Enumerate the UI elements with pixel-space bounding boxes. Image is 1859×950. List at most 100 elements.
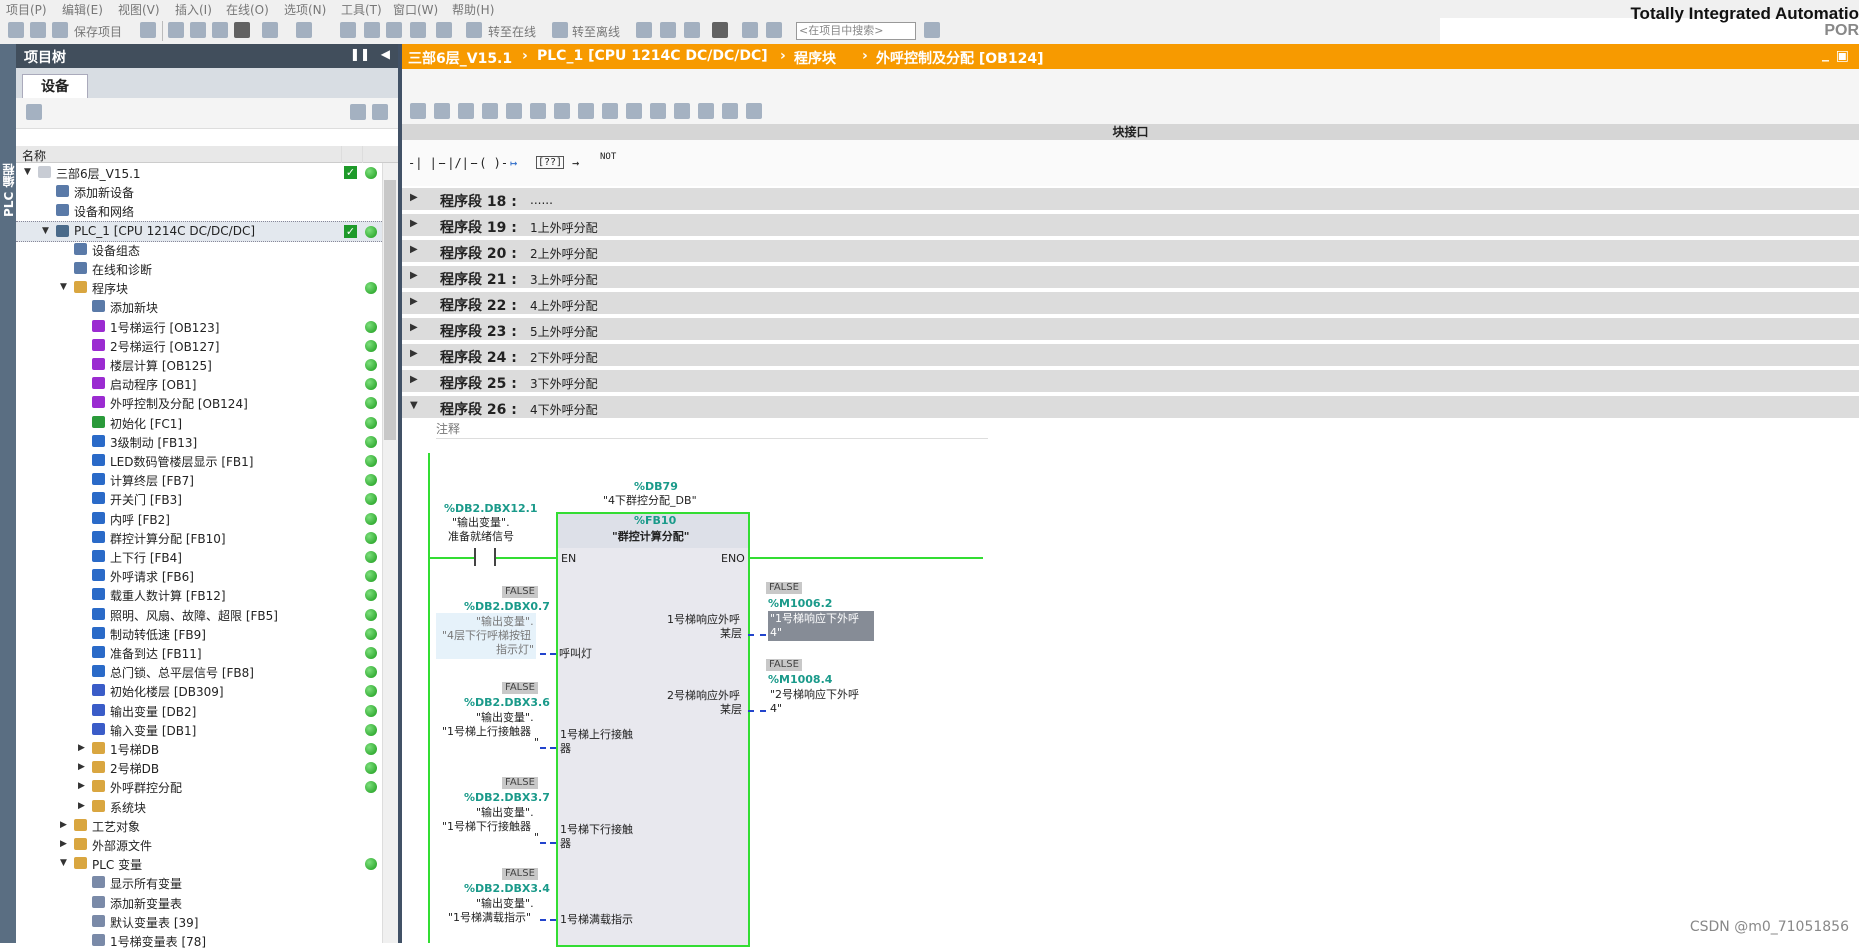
- monitor-icon[interactable]: [674, 103, 690, 119]
- table-view-icon[interactable]: [350, 104, 366, 120]
- collapse-arrow-icon[interactable]: ▼: [60, 282, 70, 292]
- network-row[interactable]: ▶ 程序段 25 : 3下外呼分配: [402, 370, 1859, 394]
- tab-devices[interactable]: 设备: [22, 74, 88, 99]
- coil-icon[interactable]: -( )-: [472, 156, 508, 170]
- network-comment[interactable]: 注释: [436, 420, 988, 439]
- no-contact-icon[interactable]: -| |-: [408, 156, 444, 170]
- menu-item[interactable]: 选项(N): [284, 1, 326, 18]
- tree-item[interactable]: 输入变量 [DB1]: [16, 720, 382, 739]
- tree-item[interactable]: ▼ PLC 变量: [16, 854, 382, 873]
- menu-item[interactable]: 插入(I): [175, 1, 212, 18]
- menu-item[interactable]: 项目(P): [6, 1, 47, 18]
- tree-item[interactable]: 默认变量表 [39]: [16, 912, 382, 931]
- output-address[interactable]: %M1008.4: [768, 673, 832, 686]
- go-online-icon[interactable]: [466, 22, 482, 38]
- redo-icon[interactable]: [296, 22, 312, 38]
- tree-item[interactable]: 外呼请求 [FB6]: [16, 566, 382, 585]
- accessible-devices-icon[interactable]: [636, 22, 652, 38]
- open-all-icon[interactable]: [506, 103, 522, 119]
- tree-item[interactable]: 外呼控制及分配 [OB124]: [16, 393, 382, 412]
- nc-contact-icon[interactable]: -|/|-: [440, 156, 476, 170]
- tree-item[interactable]: 总门锁、总平层信号 [FB8]: [16, 662, 382, 681]
- expand-arrow-icon[interactable]: ▶: [410, 270, 418, 281]
- tree-item[interactable]: 设备和网络: [16, 201, 382, 220]
- tree-item[interactable]: 照明、风扇、故障、超限 [FB5]: [16, 605, 382, 624]
- tree-item[interactable]: 2号梯运行 [OB127]: [16, 336, 382, 355]
- go-online-button[interactable]: 转至在线: [488, 23, 536, 40]
- favorites-icon[interactable]: [578, 103, 594, 119]
- network-comments-icon[interactable]: [602, 103, 618, 119]
- go-offline-button[interactable]: 转至离线: [572, 23, 620, 40]
- expand-arrow-icon[interactable]: ▶: [410, 244, 418, 255]
- collapse-arrow-icon[interactable]: ▼: [24, 167, 34, 177]
- tree-item[interactable]: 1号梯变量表 [78]: [16, 931, 382, 950]
- network-row[interactable]: ▶ 程序段 19 : 1上外呼分配: [402, 214, 1859, 238]
- insert-row-icon[interactable]: [458, 103, 474, 119]
- tree-item[interactable]: 制动转低速 [FB9]: [16, 624, 382, 643]
- output-address[interactable]: %M1006.2: [768, 597, 832, 610]
- tree-item[interactable]: 初始化楼层 [DB309]: [16, 681, 382, 700]
- network-row[interactable]: ▶ 程序段 22 : 4上外呼分配: [402, 292, 1859, 316]
- download-icon[interactable]: [364, 22, 380, 38]
- expand-arrow-icon[interactable]: ▶: [410, 374, 418, 385]
- pin-icon[interactable]: ❚❚: [350, 47, 370, 61]
- input-address[interactable]: %DB2.DBX3.7: [464, 791, 550, 804]
- open-branch-icon[interactable]: ↦: [510, 156, 517, 170]
- instance-db-address[interactable]: %DB79: [634, 480, 678, 493]
- tree-item[interactable]: 计算终层 [FB7]: [16, 470, 382, 489]
- collapse-arrow-icon[interactable]: ▼: [60, 858, 70, 868]
- split-horizontal-icon[interactable]: [742, 22, 758, 38]
- tree-item[interactable]: ▶ 系统块: [16, 797, 382, 816]
- tree-item[interactable]: 上下行 [FB4]: [16, 547, 382, 566]
- delete-network-icon[interactable]: [434, 103, 450, 119]
- expand-arrow-icon[interactable]: ▶: [78, 781, 88, 791]
- expand-arrow-icon[interactable]: ▶: [60, 839, 70, 849]
- plc-programming-rail-label[interactable]: PLC 编程: [0, 150, 16, 230]
- expand-arrow-icon[interactable]: ▶: [410, 218, 418, 229]
- tree-item[interactable]: 设备组态: [16, 240, 382, 259]
- upload-icon[interactable]: [386, 22, 402, 38]
- cut-icon[interactable]: [168, 22, 184, 38]
- copy-icon[interactable]: [190, 22, 206, 38]
- tree-item[interactable]: 启动程序 [OB1]: [16, 374, 382, 393]
- overview-icon[interactable]: [746, 103, 762, 119]
- collapse-arrow-icon[interactable]: ▼: [42, 226, 52, 236]
- expand-arrow-icon[interactable]: ▶: [410, 192, 418, 203]
- block-interface-bar[interactable]: 块接口: [402, 124, 1859, 140]
- stop-cpu-icon[interactable]: [684, 22, 700, 38]
- jump-icon[interactable]: →: [572, 156, 579, 170]
- network-row[interactable]: ▶ 程序段 24 : 2下外呼分配: [402, 344, 1859, 368]
- minimize-icon[interactable]: _: [1822, 46, 1829, 62]
- insert-network-icon[interactable]: [410, 103, 426, 119]
- maximize-icon[interactable]: ▣: [1836, 48, 1849, 64]
- move-up-icon[interactable]: [626, 103, 642, 119]
- expand-arrow-icon[interactable]: ▶: [78, 801, 88, 811]
- tree-item[interactable]: ▶ 外呼群控分配: [16, 777, 382, 796]
- add-row-icon[interactable]: [482, 103, 498, 119]
- expand-arrow-icon[interactable]: ▶: [78, 762, 88, 772]
- save-icon[interactable]: [52, 22, 68, 38]
- expand-arrow-icon[interactable]: ▶: [410, 296, 418, 307]
- tree-item[interactable]: ▶ 2号梯DB: [16, 758, 382, 777]
- tree-item[interactable]: 输出变量 [DB2]: [16, 701, 382, 720]
- menu-item[interactable]: 编辑(E): [62, 1, 103, 18]
- expand-arrow-icon[interactable]: ▶: [78, 743, 88, 753]
- simulation-icon[interactable]: [410, 22, 426, 38]
- paste-icon[interactable]: [212, 22, 228, 38]
- tree-item[interactable]: 3级制动 [FB13]: [16, 432, 382, 451]
- breadcrumb-program-blocks[interactable]: 程序块: [794, 48, 836, 68]
- start-cpu-icon[interactable]: [660, 22, 676, 38]
- properties-icon[interactable]: [372, 104, 388, 120]
- network-row[interactable]: ▶ 程序段 20 : 2上外呼分配: [402, 240, 1859, 264]
- contact-address[interactable]: %DB2.DBX12.1: [444, 502, 538, 515]
- network-row[interactable]: ▼ 程序段 26 : 4下外呼分配: [402, 396, 1859, 420]
- tree-item[interactable]: 内呼 [FB2]: [16, 509, 382, 528]
- absolute-address-icon[interactable]: [554, 103, 570, 119]
- tree-item[interactable]: 初始化 [FC1]: [16, 413, 382, 432]
- print-icon[interactable]: [140, 22, 156, 38]
- tree-item[interactable]: 开关门 [FB3]: [16, 489, 382, 508]
- tree-item[interactable]: 显示所有变量: [16, 873, 382, 892]
- tree-item[interactable]: 1号梯运行 [OB123]: [16, 317, 382, 336]
- collapse-arrow-icon[interactable]: ▼: [410, 400, 418, 411]
- go-offline-icon[interactable]: [552, 22, 568, 38]
